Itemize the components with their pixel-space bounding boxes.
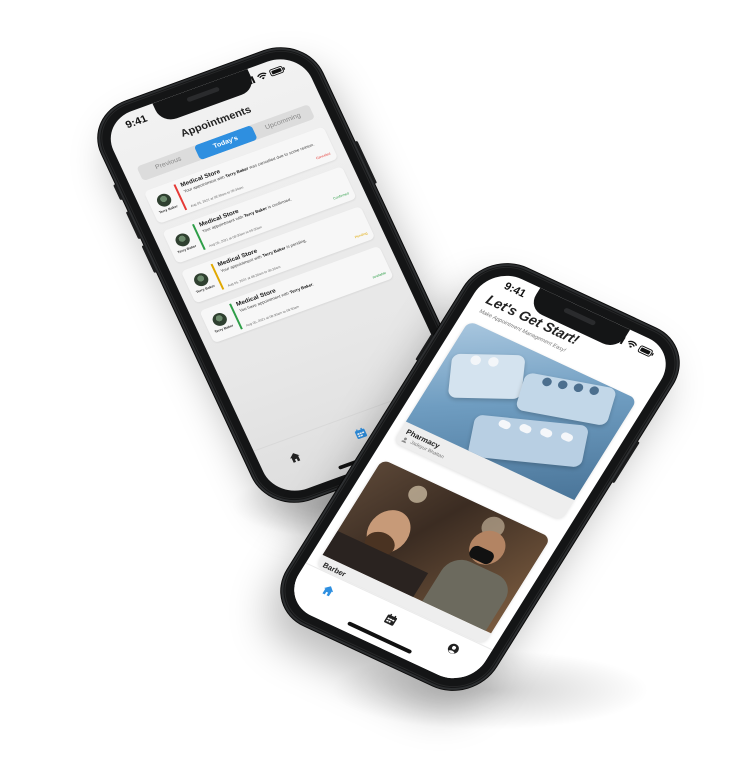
pharmacy-image (405, 320, 638, 501)
pill-blister-decor (514, 371, 618, 427)
nav-home[interactable] (286, 449, 305, 466)
bokeh-light (404, 482, 431, 506)
status-time: 9:41 (123, 113, 150, 131)
nav-home[interactable] (319, 582, 339, 600)
status-badge: Canceled (315, 151, 332, 161)
home-icon (322, 586, 334, 597)
status-badge: Pending (354, 231, 369, 240)
home-icon (290, 453, 301, 463)
calendar-icon (384, 613, 398, 626)
nav-profile[interactable] (443, 640, 463, 658)
status-badge: available (371, 271, 387, 280)
status-badge: Confirmed (332, 191, 350, 201)
battery-icon (637, 345, 654, 357)
user-icon (401, 437, 407, 444)
status-time: 9:41 (501, 280, 528, 300)
calendar-icon (355, 427, 368, 439)
wifi-icon (628, 340, 638, 348)
pill-blister-decor (447, 353, 526, 400)
profile-icon (447, 643, 459, 654)
nav-calendar[interactable] (381, 611, 401, 629)
wifi-icon (257, 72, 267, 80)
msg-post: . (311, 281, 315, 287)
battery-icon (269, 66, 286, 77)
